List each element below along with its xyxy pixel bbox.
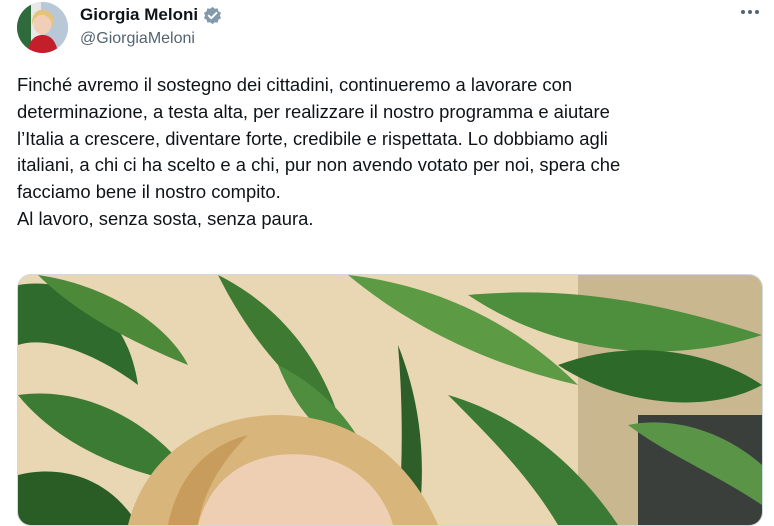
tweet-text-line: Finché avremo il sostegno dei cittadini,… [17, 74, 573, 95]
tweet-text-line: facciamo bene il nostro compito. [17, 181, 281, 203]
avatar-image [17, 2, 68, 53]
photo-image [18, 275, 762, 525]
tweet-text-line: l’Italia a crescere, diventare forte, cr… [17, 127, 608, 149]
tweet: Giorgia Meloni @GiorgiaMeloni Finché avr… [0, 0, 774, 526]
more-options-icon[interactable] [736, 3, 764, 21]
handle[interactable]: @GiorgiaMeloni [80, 30, 195, 48]
tweet-photo[interactable] [17, 274, 763, 526]
tweet-text-line: determinazione, a testa alta, per realiz… [17, 100, 610, 122]
tweet-text-line: Al lavoro, senza sosta, senza paura. [17, 207, 314, 229]
author-name-row: Giorgia Meloni [80, 4, 222, 26]
tweet-text-line: italiani, a chi ci ha scelto e a chi, pu… [17, 154, 621, 176]
profile-avatar[interactable] [17, 2, 68, 53]
verified-badge-icon[interactable] [203, 6, 222, 25]
display-name[interactable]: Giorgia Meloni [80, 5, 198, 25]
tweet-text: Finché avremo il sostegno dei cittadini,… [17, 72, 757, 233]
